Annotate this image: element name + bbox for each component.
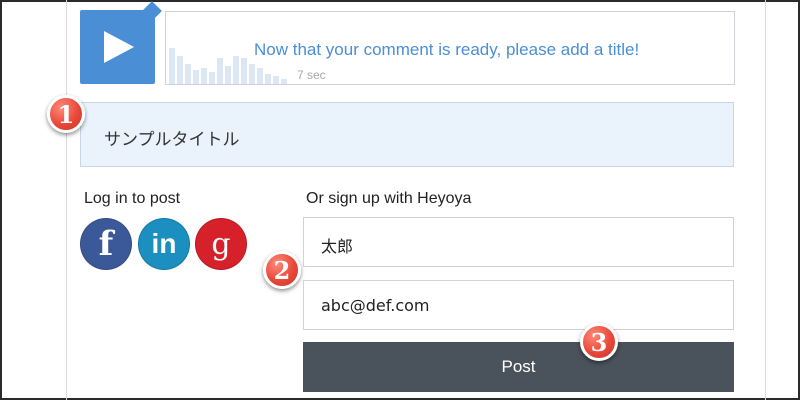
facebook-icon[interactable]: f (80, 218, 132, 270)
waveform-bar (177, 56, 183, 84)
waveform-bar (233, 56, 239, 84)
callout-badge-1: 1 (47, 95, 85, 133)
waveform-bar (225, 66, 231, 84)
waveform-bar (201, 68, 207, 84)
callout-badge-3: 3 (580, 323, 618, 361)
email-field[interactable]: abc@def.com (303, 280, 734, 330)
login-label: Log in to post (84, 190, 181, 207)
waveform-bar (217, 58, 223, 84)
waveform-bar (209, 72, 215, 84)
waveform-bar (273, 76, 279, 84)
waveform-bar (169, 48, 175, 84)
title-input[interactable]: サンプルタイトル (80, 102, 734, 167)
recording-box: 7 sec Now that your comment is ready, pl… (165, 11, 735, 85)
callout-badge-2: 2 (263, 251, 301, 289)
signup-label: Or sign up with Heyoya (306, 190, 472, 207)
linkedin-icon[interactable]: in (138, 218, 190, 270)
waveform-bar (241, 58, 247, 84)
post-button[interactable]: Post (303, 342, 734, 392)
play-icon (104, 31, 134, 63)
name-field[interactable]: 太郎 (303, 217, 734, 267)
waveform-bar (265, 74, 271, 84)
title-prompt: Now that your comment is ready, please a… (254, 40, 640, 59)
recording-duration: 7 sec (297, 68, 326, 82)
google-icon[interactable]: g (195, 218, 247, 270)
play-button[interactable] (80, 1, 162, 84)
waveform-bar (257, 68, 263, 84)
waveform-bar (193, 70, 199, 84)
waveform-bar (185, 64, 191, 84)
waveform-bar (281, 79, 287, 84)
waveform-bar (249, 64, 255, 84)
